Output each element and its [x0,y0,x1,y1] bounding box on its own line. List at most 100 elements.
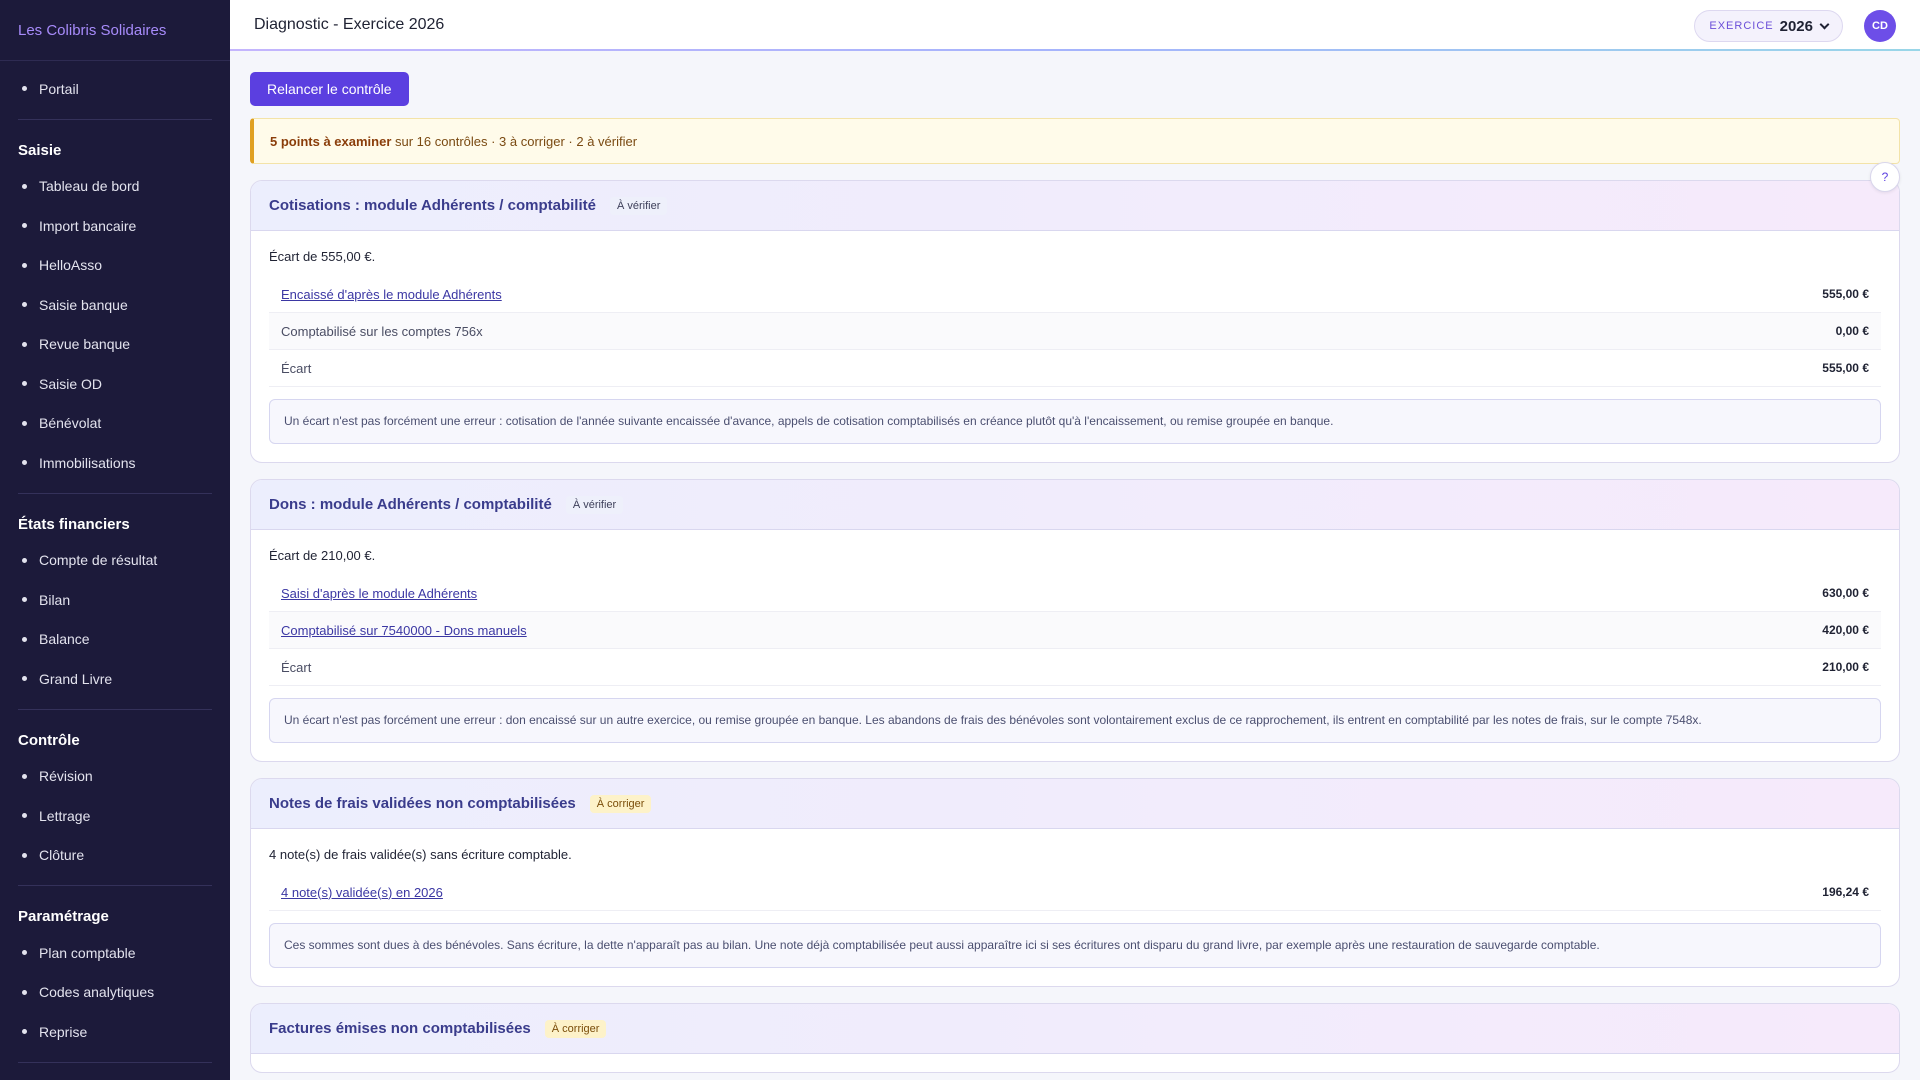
sidebar-item-benevolat[interactable]: Bénévolat [18,404,212,444]
chevron-down-icon [1819,19,1830,29]
table-row: Écart 210,00 € [269,649,1881,686]
table-row: Saisi d'après le module Adhérents 630,00… [269,575,1881,612]
status-badge: À corriger [589,794,652,813]
row-amount: 420,00 € [1822,623,1869,637]
sidebar-item-label: Import bancaire [39,217,137,234]
sidebar-item-label: Lettrage [39,807,91,824]
sidebar-item-tableau-de-bord[interactable]: Tableau de bord [18,167,212,207]
bullet-icon [22,420,27,426]
card-title: Factures émises non comptabilisées [269,1020,531,1037]
sidebar-section-title: États financiers [18,515,130,533]
table-row: Écart 555,00 € [269,350,1881,387]
sidebar-item-saisie-banque[interactable]: Saisie banque [18,285,212,325]
bullet-icon [22,86,27,92]
card-header: Cotisations : module Adhérents / comptab… [251,181,1899,231]
sidebar-item-saisie-od[interactable]: Saisie OD [18,364,212,404]
sidebar-divider [18,885,212,886]
sidebar-section-controle: Contrôle Révision Lettrage Clôture [0,732,230,876]
sidebar-item-label: Revue banque [39,336,131,353]
main-content: Relancer le contrôle 5 points à examiner… [250,72,1900,1073]
sidebar-item-portail[interactable]: Portail [18,69,212,109]
bullet-icon [22,1029,27,1035]
check-card-factures: Factures émises non comptabilisées À cor… [250,1003,1900,1073]
sidebar-item-label: Reprise [39,1023,88,1040]
bullet-icon [22,597,27,603]
sidebar-item-label: Tableau de bord [39,178,140,195]
sidebar-item-codes-analytiques[interactable]: Codes analytiques [18,973,212,1013]
bullet-icon [22,989,27,995]
bullet-icon [22,262,27,268]
sidebar-item-label: HelloAsso [39,257,103,274]
sidebar-item-label: Bilan [39,591,71,608]
sidebar-section-etats-financiers: États financiers Compte de résultat Bila… [0,516,230,699]
avatar[interactable]: CD [1864,10,1896,42]
row-link[interactable]: Saisi d'après le module Adhérents [281,586,477,601]
summary-strong: 5 points à examiner [270,133,392,149]
sidebar-item-label: Clôture [39,847,85,864]
sidebar-item-reprise[interactable]: Reprise [18,1012,212,1052]
check-card-dons: Dons : module Adhérents / comptabilité À… [250,479,1900,762]
sidebar-item-revision[interactable]: Révision [18,757,212,797]
exercise-selector[interactable]: EXERCICE 2026 [1694,10,1843,42]
help-button[interactable]: ? [1870,162,1900,192]
sidebar-divider [18,492,212,494]
rerun-check-button[interactable]: Relancer le contrôle [250,72,409,106]
sidebar-section-title: Saisie [18,141,62,159]
sidebar-item-label: Grand Livre [39,670,113,687]
card-body: 4 note(s) de frais validée(s) sans écrit… [251,829,1899,986]
row-label: Écart [281,360,312,376]
sidebar-item-balance[interactable]: Balance [18,620,212,660]
sidebar-item-label: Saisie banque [39,296,128,313]
row-amount: 0,00 € [1835,324,1869,338]
card-note: Un écart n'est pas forcément une erreur … [269,399,1881,444]
bullet-icon [22,636,27,642]
status-badge: À corriger [544,1019,607,1038]
sidebar-section-title: Paramétrage [18,908,109,925]
sidebar-item-plan-comptable[interactable]: Plan comptable [18,933,212,973]
card-summary: Écart de 210,00 €. [269,548,376,563]
card-title: Dons : module Adhérents / comptabilité [269,496,552,513]
card-header: Dons : module Adhérents / comptabilité À… [251,480,1899,530]
row-link[interactable]: 4 note(s) validée(s) en 2026 [281,885,443,900]
row-link[interactable]: Comptabilisé sur 7540000 - Dons manuels [281,623,527,638]
sidebar-item-grand-livre[interactable]: Grand Livre [18,659,212,699]
row-amount: 630,00 € [1822,586,1869,600]
sidebar-item-label: Plan comptable [39,944,136,961]
card-note: Un écart n'est pas forcément une erreur … [269,698,1881,743]
bullet-icon [22,223,27,229]
table-row: Encaissé d'après le module Adhérents 555… [269,276,1881,313]
header-accent-line [230,49,1920,51]
sidebar-item-label: Révision [39,768,93,785]
sidebar-item-lettrage[interactable]: Lettrage [18,796,212,836]
row-link[interactable]: Encaissé d'après le module Adhérents [281,287,502,302]
sidebar-section-title: Contrôle [18,731,80,749]
sidebar: Les Colibris Solidaires Portail Saisie T… [0,0,230,1080]
sidebar-item-compte-de-resultat[interactable]: Compte de résultat [18,541,212,581]
row-label: Comptabilisé sur les comptes 756x [281,323,483,339]
sidebar-item-revue-banque[interactable]: Revue banque [18,325,212,365]
card-summary: Écart de 555,00 €. [269,249,376,264]
card-title: Cotisations : module Adhérents / comptab… [269,197,596,214]
row-amount: 555,00 € [1822,287,1869,301]
exercise-year: 2026 [1779,17,1813,35]
sidebar-item-import-bancaire[interactable]: Import bancaire [18,206,212,246]
bullet-icon [22,813,27,819]
sidebar-item-helloasso[interactable]: HelloAsso [18,246,212,286]
sidebar-item-immobilisations[interactable]: Immobilisations [18,443,212,483]
sidebar-divider [18,118,212,120]
brand-name[interactable]: Les Colibris Solidaires [0,0,230,61]
bullet-icon [22,341,27,347]
exercise-label: EXERCICE [1709,20,1774,32]
card-header: Notes de frais validées non comptabilisé… [251,779,1899,829]
card-header: Factures émises non comptabilisées À cor… [251,1004,1899,1054]
bullet-icon [22,302,27,308]
table-row: Comptabilisé sur 7540000 - Dons manuels … [269,612,1881,649]
summary-banner: 5 points à examiner sur 16 contrôles · 3… [250,118,1900,164]
sidebar-section-parametrage: Paramétrage Plan comptable Codes analyti… [0,908,230,1052]
sidebar-item-bilan[interactable]: Bilan [18,580,212,620]
sidebar-portal-section: Portail [0,69,230,109]
bullet-icon [22,381,27,387]
bullet-icon [22,183,27,189]
sidebar-item-cloture[interactable]: Clôture [18,836,212,876]
summary-text: sur 16 contrôles · 3 à corriger · 2 à vé… [391,133,638,149]
